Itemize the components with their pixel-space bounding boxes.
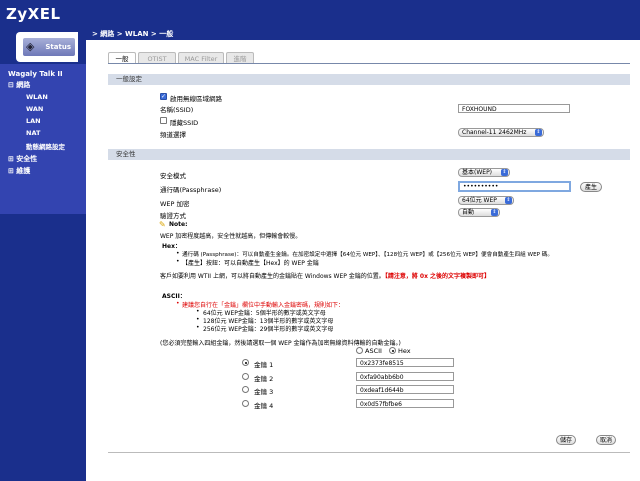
format-ascii-label: ASCII	[365, 347, 382, 355]
tab-divider	[108, 63, 630, 64]
note-icon: ✎	[159, 220, 166, 229]
breadcrumb: > 網路 > WLAN > 一般	[92, 30, 174, 38]
wep-encryption-value: 64位元 WEP	[462, 197, 497, 204]
wtii-warning: 【請注意，將 0x 之後的文字複製即可】	[384, 273, 491, 280]
bullet-icon: •	[176, 250, 180, 257]
generate-button[interactable]: 產生	[580, 182, 602, 192]
bullet-icon: •	[196, 308, 200, 315]
chevron-down-icon: ⇕	[505, 197, 512, 204]
device-name: Wagaly Talk II	[8, 70, 63, 78]
key-2-radio[interactable]	[242, 373, 249, 380]
wep-encryption-select[interactable]: 64位元 WEP ⇕	[458, 196, 514, 205]
key-3-radio[interactable]	[242, 386, 249, 393]
channel-value: Channel-11 2462MHz	[462, 129, 527, 136]
menu-maintenance[interactable]: ⊞ 維護	[8, 166, 30, 176]
chevron-down-icon: ⇕	[535, 129, 542, 136]
save-button[interactable]: 儲存	[556, 435, 576, 445]
channel-select[interactable]: Channel-11 2462MHz ⇕	[458, 128, 544, 137]
bullet-icon: •	[176, 258, 180, 265]
hex-bullet-2: 【產生】按鈕：可以自動產生【Hex】的 WEP 金鑰	[182, 260, 319, 267]
key-3-input[interactable]: 0xdeaf1d644b	[356, 385, 454, 394]
menu-item-wlan[interactable]: WLAN	[26, 93, 48, 101]
bullet-icon: •	[196, 316, 200, 323]
hide-ssid-checkbox[interactable]	[160, 117, 167, 124]
key-4-radio[interactable]	[242, 400, 249, 407]
key-1-radio[interactable]	[242, 359, 249, 366]
format-hex-radio[interactable]	[389, 347, 396, 354]
hide-ssid-label: 隱藏SSID	[170, 119, 199, 127]
format-ascii-radio[interactable]	[356, 347, 363, 354]
passphrase-label: 通行碼(Passphrase)	[160, 186, 222, 194]
menu-security[interactable]: ⊞ 安全性	[8, 154, 37, 164]
auth-method-select[interactable]: 自動 ⇕	[458, 208, 500, 217]
menu-item-dynamic[interactable]: 動態網路設定	[26, 141, 65, 151]
note-line: WEP 加密程度越高，安全性就越高，但傳輸會較慢。	[160, 233, 302, 240]
general-section-header: 一般設定	[108, 74, 630, 85]
menu-item-nat[interactable]: NAT	[26, 129, 40, 137]
key-1-label: 金鑰 1	[254, 361, 274, 369]
keys-intro: (您必須完整輸入四組金鑰，然後請選取一個 WEP 金鑰作為加密無線資料傳輸的自動…	[160, 340, 401, 347]
zyxel-logo: ZyXEL	[6, 5, 61, 23]
security-mode-label: 安全模式	[160, 172, 186, 180]
key-2-input[interactable]: 0xfa90abb6b0	[356, 372, 454, 381]
chevron-down-icon: ⇕	[501, 169, 508, 176]
chevron-down-icon: ⇕	[491, 209, 498, 216]
note-title: Note:	[169, 221, 188, 228]
auth-method-label: 驗證方式	[160, 212, 186, 220]
ascii-title: ASCII：	[162, 293, 186, 300]
key-3-label: 金鑰 3	[254, 388, 274, 396]
wtii-note-text: 客戶如要利用 WTII 上網，可以將自動產生的金鑰貼在 Windows WEP …	[160, 273, 385, 280]
hex-title: Hex：	[162, 243, 181, 250]
footer-divider	[108, 452, 630, 453]
status-icon: ◈	[26, 40, 35, 53]
format-hex-label: Hex	[398, 347, 411, 355]
passphrase-input[interactable]: ••••••••••	[458, 181, 571, 192]
bullet-icon: •	[176, 300, 180, 307]
status-label: Status	[45, 43, 71, 51]
bullet-icon: •	[196, 324, 200, 331]
security-mode-value: 基本(WEP)	[462, 169, 493, 176]
enable-wlan-label: 啟用無線區域網路	[170, 95, 222, 103]
ssid-label: 名稱(SSID)	[160, 106, 194, 114]
menu-item-lan[interactable]: LAN	[26, 117, 41, 125]
key-1-input[interactable]: 0x2373fe8515	[356, 358, 454, 367]
ssid-input[interactable]: FOXHOUND	[458, 104, 570, 113]
wep-encryption-label: WEP 加密	[160, 200, 190, 208]
key-2-label: 金鑰 2	[254, 375, 274, 383]
key-4-input[interactable]: 0x0d57fbfbe6	[356, 399, 454, 408]
menu-item-wan[interactable]: WAN	[26, 105, 43, 113]
cancel-button[interactable]: 取消	[596, 435, 616, 445]
auth-method-value: 自動	[462, 209, 475, 216]
hex-bullet-1: 通行碼 (Passphrase)：可以自動產生金鑰。在加密設定中選擇【64位元 …	[182, 252, 553, 258]
menu-network[interactable]: ⊟ 網路	[8, 80, 30, 90]
wtii-note: 客戶如要利用 WTII 上網，可以將自動產生的金鑰貼在 Windows WEP …	[160, 271, 490, 280]
top-bar: ZyXEL	[0, 0, 640, 28]
security-mode-select[interactable]: 基本(WEP) ⇕	[458, 168, 510, 177]
channel-label: 頻道選擇	[160, 131, 186, 139]
security-section-header: 安全性	[108, 149, 630, 160]
enable-wlan-checkbox[interactable]	[160, 93, 167, 100]
key-4-label: 金鑰 4	[254, 402, 274, 410]
ascii-rule-3: 256位元 WEP金鑰：29個半形的數字或英文字母	[203, 326, 334, 333]
